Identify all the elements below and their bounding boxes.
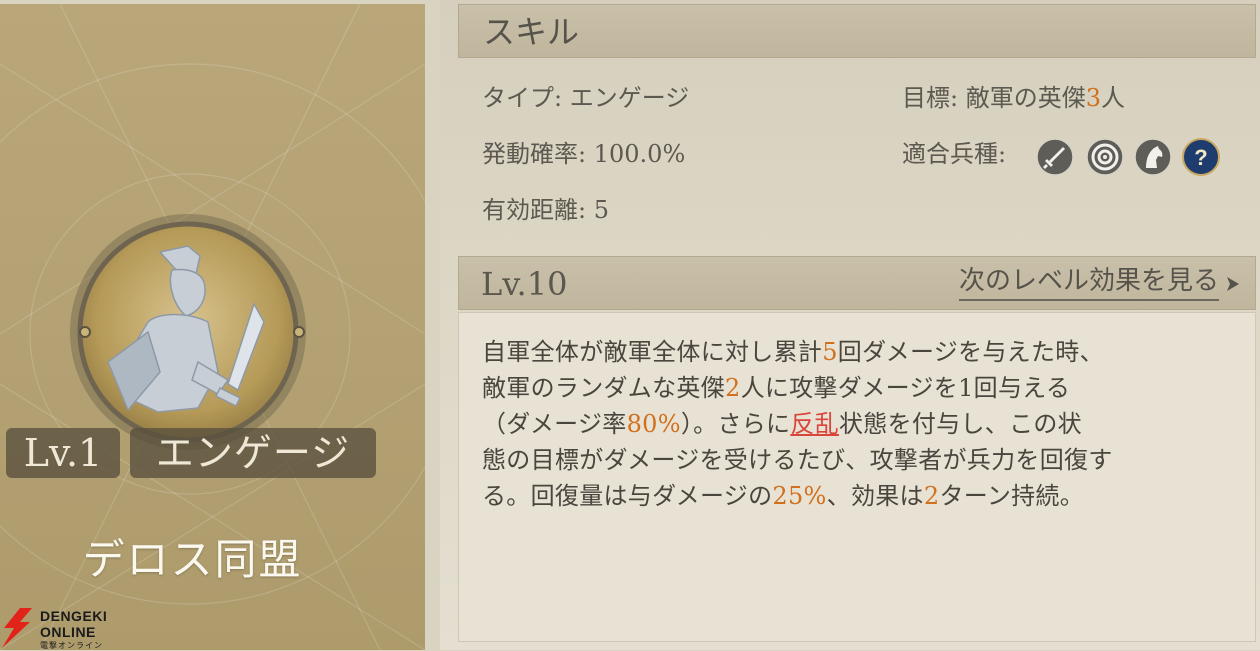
description-line-3: （ダメージ率80%）。さらに反乱状態を付与し、この状	[482, 406, 1242, 442]
description-line-5: る。回復量は与ダメージの25%、効果は2ターン持続。	[482, 478, 1242, 514]
activation-rate-row: 発動確率: 100.0%	[482, 138, 685, 170]
desc-text: 人に攻撃ダメージを1回与える	[740, 374, 1071, 402]
desc-text: 自軍全体が敵軍全体に対し累計	[482, 338, 823, 366]
level-label: Lv.10	[481, 265, 568, 303]
skill-type-row: タイプ: エンゲージ	[482, 82, 689, 114]
watermark-line2: ONLINE	[40, 624, 96, 640]
level-bar: Lv.10 次のレベル効果を見る	[458, 256, 1256, 310]
description-line-4: 態の目標がダメージを受けるたび、攻撃者が兵力を回復す	[482, 446, 1113, 474]
type-label: タイプ:	[482, 84, 563, 112]
skill-header-title: スキル	[483, 13, 580, 51]
question-icon[interactable]: ?	[1182, 138, 1220, 176]
card-skill-name: エンゲージ	[130, 428, 376, 478]
svg-text:?: ?	[1194, 145, 1207, 170]
horse-icon[interactable]	[1134, 138, 1172, 176]
desc-text: ）。さらに	[680, 410, 791, 438]
desc-number: 5	[822, 338, 838, 366]
rebellion-keyword-link[interactable]: 反乱	[790, 410, 839, 438]
type-value: エンゲージ	[569, 84, 690, 112]
desc-text: 敵軍のランダムな英傑	[482, 374, 725, 402]
desc-text: 回ダメージを与えた時、	[837, 338, 1104, 366]
target-row: 目標: 敵軍の英傑3人	[902, 82, 1125, 114]
target-icon[interactable]	[1086, 138, 1124, 176]
rate-value: 100.0%	[593, 140, 686, 168]
desc-number: 80%	[626, 410, 681, 438]
range-row: 有効距離: 5	[482, 194, 609, 226]
skill-card: Lv.1 エンゲージ デロス同盟	[0, 4, 425, 650]
watermark-line3: 電撃オンライン	[40, 641, 103, 650]
desc-number: 2	[725, 374, 741, 402]
units-label: 適合兵種:	[902, 140, 1007, 168]
card-level-badge: Lv.1	[6, 428, 120, 478]
alliance-name: デロス同盟	[82, 535, 303, 584]
range-value: 5	[593, 196, 610, 224]
next-level-link[interactable]: 次のレベル効果を見る	[958, 265, 1219, 301]
desc-text: （ダメージ率	[482, 410, 627, 438]
watermark-line1: DENGEKI	[40, 608, 108, 624]
rate-label: 発動確率:	[482, 140, 587, 168]
desc-text: る。回復量は与ダメージの	[482, 482, 773, 510]
description-line-2: 敵軍のランダムな英傑2人に攻撃ダメージを1回与える	[482, 370, 1242, 406]
description-line-1: 自軍全体が敵軍全体に対し累計5回ダメージを与えた時、	[482, 334, 1242, 370]
target-label: 目標:	[902, 84, 959, 112]
desc-number: 2	[923, 482, 940, 510]
desc-text: 状態を付与し、この状	[838, 410, 1082, 438]
sword-icon[interactable]	[1036, 138, 1074, 176]
skill-header-bar: スキル	[458, 4, 1256, 58]
unit-types-row: 適合兵種:	[902, 138, 1006, 170]
hero-portrait[interactable]	[68, 212, 308, 452]
skill-description: 自軍全体が敵軍全体に対し累計5回ダメージを与えた時、 敵軍のランダムな英傑2人に…	[482, 334, 1242, 514]
desc-number: 25%	[772, 482, 827, 510]
desc-text: ターン持続。	[939, 482, 1085, 510]
chevron-right-icon[interactable]	[1225, 275, 1241, 293]
target-count: 3	[1085, 84, 1102, 112]
target-unit: 人	[1101, 84, 1126, 112]
range-label: 有効距離:	[482, 196, 587, 224]
target-text: 敵軍の英傑	[965, 84, 1086, 112]
desc-text: 、効果は	[826, 482, 924, 510]
